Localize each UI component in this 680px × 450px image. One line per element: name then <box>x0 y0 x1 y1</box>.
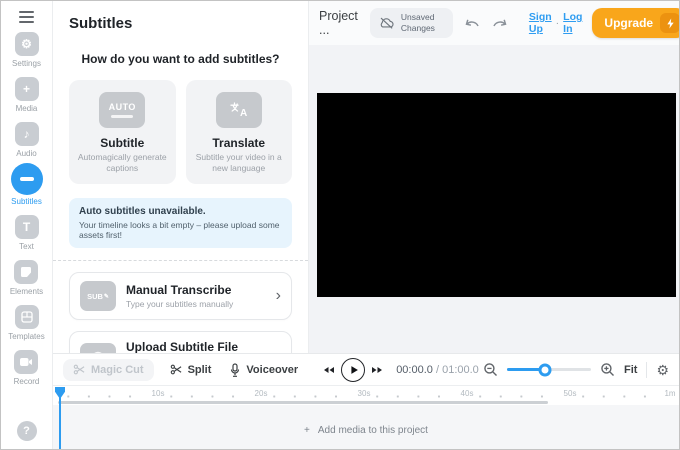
sidebar-item-templates[interactable]: Templates <box>8 305 45 341</box>
ruler-label: 20s <box>251 389 271 398</box>
sidebar-item-subtitles[interactable]: Subtitles <box>10 163 43 206</box>
layout-grid-icon <box>14 305 39 329</box>
project-name[interactable]: Project ... <box>319 9 358 37</box>
sign-up-link[interactable]: Sign Up <box>529 11 552 35</box>
unsaved-changes-badge: Unsaved Changes <box>369 8 453 38</box>
zoom-slider-thumb[interactable] <box>538 363 552 376</box>
panel-title: Subtitles <box>69 15 133 32</box>
svg-text:A: A <box>240 108 247 119</box>
auto-subtitle-card[interactable]: AUTO Subtitle Automagically generate cap… <box>69 80 176 185</box>
zoom-in-icon[interactable] <box>600 362 615 377</box>
play-button[interactable] <box>341 357 366 382</box>
top-bar: Project ... Unsaved Changes Sign Up · Lo… <box>309 1 679 45</box>
plus-icon: + <box>304 425 310 436</box>
log-in-link[interactable]: Log In <box>563 11 582 35</box>
zoom-slider[interactable] <box>506 363 591 376</box>
ruler-label: 10s <box>148 389 168 398</box>
timeline-scrollbar[interactable] <box>58 401 548 404</box>
upload-subtitle-file-card[interactable]: Upload Subtitle File Use an existing sub… <box>69 331 292 353</box>
upload-icon <box>80 343 116 353</box>
voiceover-button[interactable]: Voiceover <box>229 362 298 377</box>
rewind-icon[interactable] <box>322 366 335 374</box>
help-icon[interactable]: ? <box>16 421 37 441</box>
cloud-off-icon <box>380 17 394 29</box>
preview-area <box>309 45 679 353</box>
scissors-icon <box>170 364 181 375</box>
timeline-controls: Magic Cut Split Voiceover 00:00.0 / 01:0… <box>53 353 679 386</box>
timeline-settings-gear-icon[interactable]: ⚙ <box>656 363 669 377</box>
sidebar-item-media[interactable]: + Media <box>14 77 39 113</box>
subtitle-options: AUTO Subtitle Automagically generate cap… <box>69 80 292 185</box>
sidebar-item-settings[interactable]: ⚙ Settings <box>12 32 41 68</box>
magic-cut-icon <box>73 364 85 375</box>
menu-icon[interactable] <box>19 11 34 23</box>
zoom-controls: Fit ⚙ <box>483 361 669 378</box>
text-icon: T <box>14 215 39 239</box>
controls-divider <box>646 361 648 378</box>
manual-transcribe-card[interactable]: SUB ✎ Manual Transcribe Type your subtitl… <box>69 272 292 321</box>
microphone-icon <box>231 362 240 377</box>
undo-icon[interactable] <box>463 17 482 30</box>
ruler-label: 50s <box>560 389 580 398</box>
left-icon-rail: ⚙ Settings + Media ♪ Audio Subtitles T T… <box>1 1 53 449</box>
ruler-label: 1m <box>661 389 679 398</box>
sidebar-item-text[interactable]: T Text <box>14 215 39 251</box>
sidebar-item-record[interactable]: Record <box>14 350 39 386</box>
chevron-right-icon: › <box>275 287 281 305</box>
app-window: ⚙ Settings + Media ♪ Audio Subtitles T T… <box>0 0 680 450</box>
lightning-bolt-icon <box>660 13 679 33</box>
upgrade-button[interactable]: Upgrade <box>592 8 679 38</box>
split-button[interactable]: Split <box>170 364 211 376</box>
magic-cut-button[interactable]: Magic Cut <box>63 358 154 381</box>
auto-subtitles-unavailable-notice: Auto subtitles unavailable. Your timelin… <box>69 198 292 249</box>
music-note-icon: ♪ <box>14 122 39 146</box>
plus-icon: + <box>14 77 39 101</box>
gear-icon: ⚙ <box>14 32 39 56</box>
fit-button[interactable]: Fit <box>624 364 637 376</box>
ruler-label: 40s <box>457 389 477 398</box>
panel-question: How do you want to add subtitles? <box>81 52 280 66</box>
ruler-label: 30s <box>354 389 374 398</box>
fast-forward-icon[interactable] <box>372 366 384 374</box>
sticker-icon <box>14 260 39 284</box>
play-icon <box>351 365 359 374</box>
sidebar-item-elements[interactable]: Elements <box>10 260 43 296</box>
translate-card[interactable]: A Translate Subtitle your video in a new… <box>185 80 292 185</box>
video-canvas <box>317 93 676 297</box>
redo-icon[interactable] <box>490 17 509 30</box>
dashed-divider <box>53 260 308 262</box>
zoom-out-icon[interactable] <box>483 362 498 377</box>
video-camera-icon <box>14 350 39 374</box>
time-display: 00:00.0 / 01:00.0 <box>396 363 479 376</box>
translate-icon: A <box>215 92 262 128</box>
playback-controls <box>322 357 384 382</box>
subtitles-icon <box>10 163 43 195</box>
add-media-button[interactable]: + Add media to this project <box>53 425 679 436</box>
timeline-track-area: + Add media to this project <box>53 405 679 449</box>
subtitles-panel: Subtitles How do you want to add subtitl… <box>53 1 309 353</box>
auto-subtitle-icon: AUTO <box>99 92 146 128</box>
sidebar-item-audio[interactable]: ♪ Audio <box>14 122 39 158</box>
sub-badge-icon: SUB ✎ <box>80 281 116 312</box>
